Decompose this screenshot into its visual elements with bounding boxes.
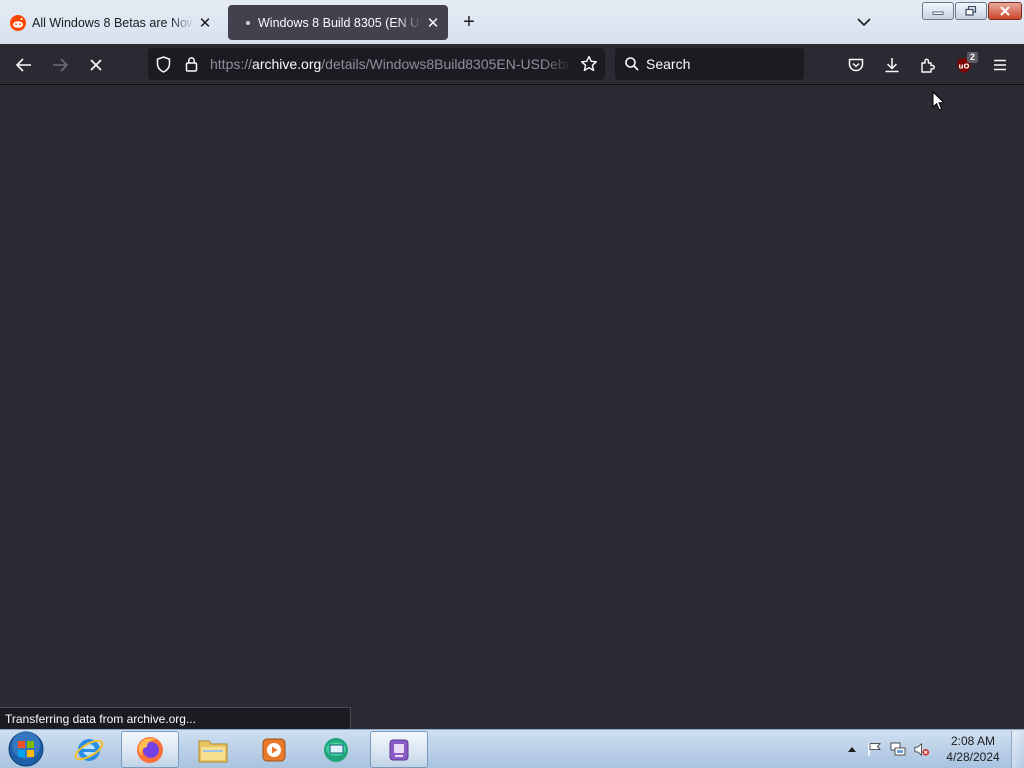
- search-box[interactable]: Search: [615, 48, 804, 80]
- internet-explorer-icon: [74, 738, 104, 761]
- app-menu-button[interactable]: [985, 50, 1015, 80]
- url-scheme: https://: [210, 56, 253, 72]
- mouse-cursor-icon: [932, 91, 946, 111]
- file-explorer-icon: [198, 740, 228, 762]
- url-text[interactable]: https://archive.org/details/Windows8Buil…: [210, 48, 572, 80]
- tab-archive[interactable]: Windows 8 Build 8305 (EN US, Debug) ✕: [228, 5, 448, 40]
- start-button[interactable]: [6, 731, 46, 767]
- volume-tray[interactable]: [914, 741, 930, 757]
- clock-date: 4/28/2024: [946, 750, 1000, 764]
- shield-icon[interactable]: [156, 56, 171, 73]
- minimize-button[interactable]: [922, 2, 954, 20]
- arrow-left-icon: [16, 58, 31, 72]
- chevron-down-icon: [857, 17, 871, 26]
- download-icon: [885, 58, 899, 73]
- restore-icon: [965, 6, 977, 16]
- hamburger-menu-icon: [994, 59, 1006, 71]
- speaker-muted-icon: [914, 742, 930, 756]
- taskbar: 2:08 AM 4/28/2024: [0, 729, 1024, 768]
- close-window-button[interactable]: [988, 2, 1022, 20]
- show-hidden-icons-button[interactable]: [844, 741, 860, 757]
- tab-title: All Windows 8 Betas are Now EN: [32, 15, 194, 30]
- close-icon: [1000, 6, 1010, 16]
- new-tab-button[interactable]: +: [457, 10, 481, 34]
- address-bar[interactable]: https://archive.org/details/Windows8Buil…: [148, 48, 605, 80]
- taskbar-file-explorer[interactable]: [184, 731, 242, 768]
- arrow-right-icon: [53, 58, 68, 72]
- ublock-origin-button[interactable]: uO 2: [949, 50, 979, 80]
- puzzle-icon: [921, 58, 935, 73]
- window-controls: [922, 2, 1022, 20]
- restore-button[interactable]: [955, 2, 987, 20]
- taskbar-remote-desktop[interactable]: [307, 731, 365, 768]
- firefox-icon: [137, 736, 163, 763]
- app-icon: [389, 739, 409, 760]
- windows-logo-icon: [8, 731, 44, 767]
- tab-reddit[interactable]: All Windows 8 Betas are Now EN ✕: [4, 5, 220, 40]
- action-center-tray[interactable]: [866, 741, 882, 757]
- close-tab-icon[interactable]: ✕: [194, 12, 216, 34]
- remote-desktop-icon: [324, 737, 348, 762]
- pocket-icon: [848, 58, 864, 71]
- list-all-tabs-button[interactable]: [852, 10, 876, 34]
- taskbar-internet-explorer[interactable]: [60, 731, 118, 768]
- url-path: /details/Windows8Build8305EN-USDebug: [321, 56, 572, 72]
- bookmark-star-icon[interactable]: [580, 55, 598, 73]
- svg-text:uO: uO: [959, 62, 970, 70]
- taskbar-media-player[interactable]: [245, 731, 303, 768]
- search-icon: [625, 57, 639, 71]
- show-desktop-button[interactable]: [1011, 731, 1024, 768]
- media-player-icon: [262, 738, 286, 761]
- taskbar-app[interactable]: [370, 731, 428, 768]
- forward-button[interactable]: [45, 50, 75, 80]
- clock-time: 2:08 AM: [950, 734, 996, 748]
- page-content-area[interactable]: [0, 86, 1024, 729]
- lock-icon[interactable]: [185, 56, 198, 72]
- tab-title: Windows 8 Build 8305 (EN US, Debug): [258, 15, 422, 30]
- navigation-toolbar: https://archive.org/details/Windows8Buil…: [0, 44, 1024, 85]
- flag-icon: [867, 742, 881, 756]
- taskbar-firefox[interactable]: [121, 731, 179, 768]
- network-icon: [890, 742, 906, 755]
- system-clock[interactable]: 2:08 AM 4/28/2024: [940, 733, 1006, 765]
- close-tab-icon[interactable]: ✕: [422, 12, 444, 34]
- downloads-button[interactable]: [877, 50, 907, 80]
- back-button[interactable]: [9, 50, 39, 80]
- url-host: archive.org: [252, 56, 322, 72]
- status-panel: Transferring data from archive.org...: [0, 707, 351, 729]
- reddit-icon: [10, 14, 26, 31]
- network-tray[interactable]: [890, 741, 906, 757]
- extensions-button[interactable]: [913, 50, 943, 80]
- loading-indicator-icon: [246, 20, 250, 25]
- pocket-button[interactable]: [841, 50, 871, 80]
- chevron-up-icon: [848, 747, 856, 752]
- minimize-icon: [932, 11, 944, 15]
- tab-strip: All Windows 8 Betas are Now EN ✕ Windows…: [0, 0, 1024, 44]
- stop-icon: [90, 59, 102, 71]
- stop-button[interactable]: [81, 50, 111, 80]
- ublock-badge: 2: [966, 52, 978, 63]
- search-placeholder: Search: [646, 56, 691, 72]
